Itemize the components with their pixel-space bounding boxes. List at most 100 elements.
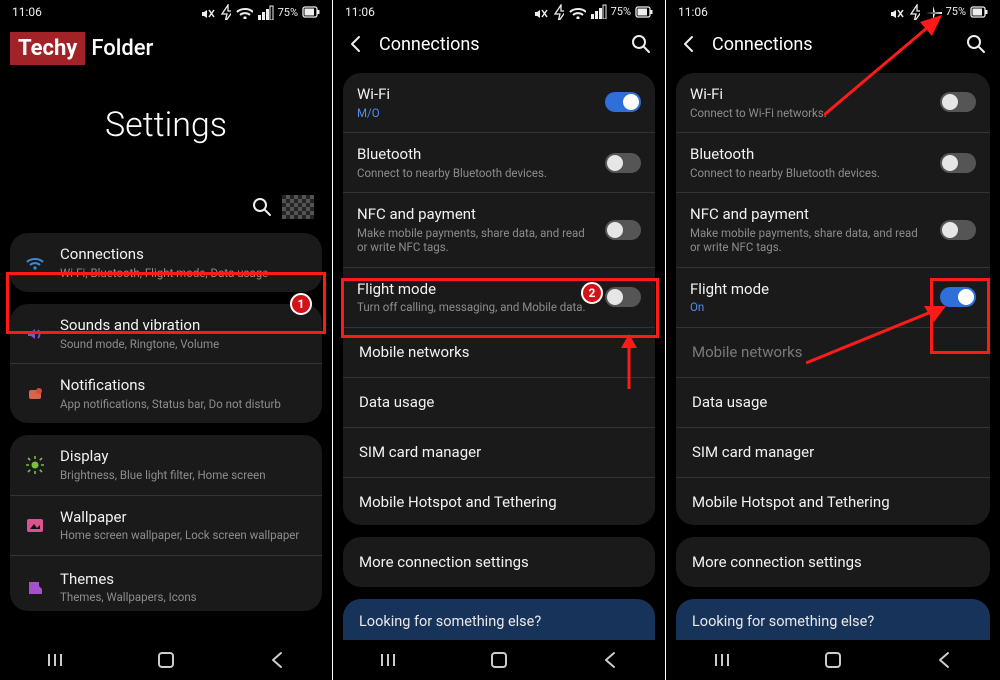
row-flight-mode[interactable]: Flight modeTurn off calling, messaging, … [343,267,655,327]
home-button[interactable] [469,650,529,670]
battery-pct: 75% [611,5,631,18]
toggle[interactable] [940,92,976,112]
mute-icon [888,5,904,19]
row-title: SIM card manager [359,443,639,462]
row-connections[interactable]: Connections Wi-Fi, Bluetooth, Flight mod… [10,233,322,292]
row-bluetooth[interactable]: Bluetooth Connect to nearby Bluetooth dev… [676,132,990,192]
account-avatar[interactable] [282,195,314,219]
looking-banner[interactable]: Looking for something else? [343,599,655,640]
row-mobile-hotspot-and-tethering[interactable]: Mobile Hotspot and Tethering [676,477,990,526]
group-more: More connection settings [343,537,655,587]
row-title: Bluetooth [690,145,926,164]
row-sub: Home screen wallpaper, Lock screen wallp… [60,528,308,542]
status-bar: 11:06 75% [0,0,332,24]
row-title: Wi-Fi [690,85,926,104]
status-bar: 11:06 75% [333,0,665,24]
row-sub: Brightness, Blue light filter, Home scre… [60,468,308,482]
row-mobile-networks[interactable]: Mobile networks [676,327,990,377]
back-button[interactable] [247,650,307,670]
row-bluetooth[interactable]: BluetoothConnect to nearby Bluetooth dev… [343,132,655,192]
search-icon[interactable] [252,197,272,217]
toggle[interactable] [605,287,641,307]
back-button[interactable] [914,650,974,670]
row-title: Data usage [692,393,974,412]
row-wi-fi[interactable]: Wi-Fi Connect to Wi-Fi networks. [676,73,990,132]
row-more[interactable]: More connection settings [343,537,655,587]
search-icon[interactable] [631,34,651,54]
row-notifications[interactable]: Notifications App notifications, Status … [10,363,322,423]
row-data-usage[interactable]: Data usage [343,377,655,427]
row-title: Connections [60,245,308,264]
row-mobile-hotspot-and-tethering[interactable]: Mobile Hotspot and Tethering [343,477,655,526]
row-themes[interactable]: Themes Themes, Wallpapers, Icons [10,555,322,611]
back-button[interactable] [580,650,640,670]
toggle[interactable] [605,220,641,240]
row-title: Themes [60,570,308,589]
row-wallpaper[interactable]: Wallpaper Home screen wallpaper, Lock sc… [10,495,322,555]
row-title: Notifications [60,376,308,395]
row-title: Mobile Hotspot and Tethering [359,493,639,512]
mute-icon [199,5,215,19]
themes-icon [24,578,46,596]
toggle[interactable] [940,220,976,240]
phone-connections-on: 11:06 75% Connections Wi-FiConnect to Wi… [666,0,1000,680]
wifi-icon [568,5,586,19]
row-sub: Connect to Wi-Fi networks. [690,106,926,120]
search-icon[interactable] [966,34,986,54]
row-mobile-networks[interactable]: Mobile networks [343,327,655,377]
phone-connections: 11:06 75% Connections Wi-FiM/OBluetoothC… [333,0,666,680]
settings-header: Settings [0,105,332,145]
logo-left: Techy [10,32,85,65]
nav-bar [333,640,665,680]
back-icon[interactable] [680,34,698,54]
group-main: Wi-Fi Connect to Wi-Fi networks. Bluetooth… [676,73,990,525]
row-sub: Connect to nearby Bluetooth devices. [690,166,926,180]
row-display[interactable]: Display Brightness, Blue light filter, H… [10,435,322,494]
row-sub: Turn off calling, messaging, and Mobile … [357,300,591,314]
back-icon[interactable] [347,34,365,54]
logo-rest: Folder [91,36,153,61]
row-sub: Wi-Fi, Bluetooth, Flight mode, Data usag… [60,266,308,280]
recents-button[interactable] [358,651,418,669]
row-sim-card-manager[interactable]: SIM card manager [343,427,655,477]
row-title: More connection settings [692,553,974,572]
home-button[interactable] [136,650,196,670]
row-nfc-and-payment[interactable]: NFC and paymentMake mobile payments, sha… [676,192,990,267]
sound-icon [24,324,46,344]
status-time: 11:06 [345,5,375,19]
recents-button[interactable] [692,651,752,669]
home-button[interactable] [803,650,863,670]
recents-button[interactable] [25,651,85,669]
status-time: 11:06 [678,5,708,19]
row-sounds[interactable]: Sounds and vibration Sound mode, Rington… [10,304,322,363]
battery-icon [635,4,653,20]
wifi-icon [24,255,46,271]
row-more[interactable]: More connection settings [676,537,990,587]
row-title: Mobile networks [692,343,974,362]
row-title: Wallpaper [60,508,308,527]
looking-banner[interactable]: Looking for something else? [676,599,990,640]
battery-icon [302,4,320,20]
charging-icon [908,4,920,20]
group-sounds: Sounds and vibration Sound mode, Rington… [10,304,322,423]
row-sub: Themes, Wallpapers, Icons [60,590,308,604]
toggle[interactable] [940,287,976,307]
row-title: SIM card manager [692,443,974,462]
row-nfc-and-payment[interactable]: NFC and paymentMake mobile payments, sha… [343,192,655,267]
charging-icon [552,4,564,20]
battery-pct: 75% [946,5,966,18]
row-wi-fi[interactable]: Wi-FiM/O [343,73,655,132]
row-sub: App notifications, Status bar, Do not di… [60,397,308,411]
page-title: Connections [379,34,617,55]
toggle[interactable] [605,153,641,173]
toggle[interactable] [605,92,641,112]
toggle[interactable] [940,153,976,173]
row-sim-card-manager[interactable]: SIM card manager [676,427,990,477]
row-data-usage[interactable]: Data usage [676,377,990,427]
phone-settings: 11:06 75% Techy Folder Settings [0,0,333,680]
row-title: Display [60,447,308,466]
group-more: More connection settings [676,537,990,587]
charging-icon [219,4,231,20]
row-sub: Sound mode, Ringtone, Volume [60,337,308,351]
row-flight-mode[interactable]: Flight modeOn [676,267,990,327]
